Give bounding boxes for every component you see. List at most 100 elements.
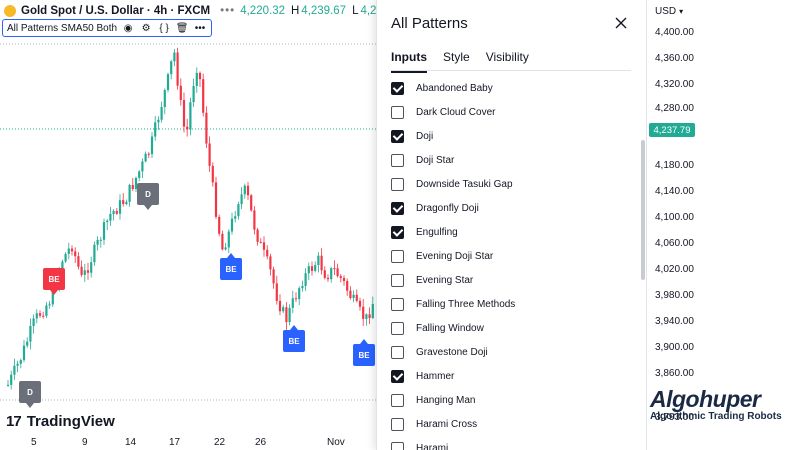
indicator-legend[interactable]: All Patterns SMA50 Both ◉ ⚙ { } 🗑 •••: [2, 19, 213, 37]
candle-body: [32, 318, 35, 326]
candle-body: [163, 90, 166, 108]
candle-body: [262, 242, 266, 250]
candle-body: [96, 239, 99, 245]
pattern-label: Falling Three Methods: [416, 298, 516, 310]
pattern-option[interactable]: Falling Window: [391, 316, 631, 340]
pattern-option[interactable]: Doji Star: [391, 148, 631, 172]
pattern-label: Downside Tasuki Gap: [416, 178, 513, 190]
pattern-checkbox[interactable]: [391, 153, 404, 167]
candle-body: [29, 325, 32, 342]
pattern-option[interactable]: Falling Three Methods: [391, 292, 631, 316]
pattern-checkbox[interactable]: [391, 297, 404, 311]
candle-body: [144, 153, 147, 162]
candle-body: [259, 241, 262, 243]
price-tick-label: 3,980.00: [655, 290, 694, 301]
pattern-checkbox[interactable]: [391, 321, 404, 335]
pattern-checkbox[interactable]: [391, 369, 404, 383]
ohlc-high-value: 4,239.67: [301, 5, 347, 17]
pattern-checkbox[interactable]: [391, 129, 404, 143]
pattern-marker[interactable]: BE: [283, 325, 305, 352]
pattern-checkbox[interactable]: [391, 177, 404, 191]
pattern-option[interactable]: Dark Cloud Cover: [391, 100, 631, 124]
pattern-option[interactable]: Harami: [391, 436, 631, 450]
pattern-checkbox[interactable]: [391, 345, 404, 359]
pattern-option[interactable]: Engulfing: [391, 220, 631, 244]
more-icon[interactable]: •••: [193, 23, 207, 34]
pattern-marker[interactable]: BE: [353, 339, 375, 366]
eye-icon[interactable]: ◉: [121, 23, 135, 34]
pattern-option[interactable]: Downside Tasuki Gap: [391, 172, 631, 196]
pattern-checkbox[interactable]: [391, 441, 404, 450]
candle-body: [64, 253, 67, 262]
pattern-label: Evening Doji Star: [416, 250, 494, 262]
pattern-marker[interactable]: BE: [220, 253, 242, 280]
candle-body: [115, 210, 118, 214]
candle-body: [160, 107, 163, 120]
candle-body: [80, 266, 83, 275]
pattern-option[interactable]: Hammer: [391, 364, 631, 388]
price-chart[interactable]: Gold Spot / U.S. Dollar · 4h · FXCM ••• …: [0, 0, 376, 450]
candle-body: [166, 74, 170, 91]
pattern-checkbox[interactable]: [391, 249, 404, 263]
indicator-legend-label[interactable]: All Patterns SMA50 Both: [7, 23, 117, 34]
delete-icon[interactable]: 🗑: [175, 23, 189, 34]
pattern-label: Doji Star: [416, 154, 455, 166]
pattern-option[interactable]: Evening Doji Star: [391, 244, 631, 268]
candle-body: [285, 307, 288, 323]
tradingview-logo[interactable]: 17 TradingView: [6, 413, 115, 430]
candle-body: [355, 294, 358, 301]
candle-body: [211, 165, 214, 183]
pattern-marker[interactable]: D: [137, 183, 159, 210]
pattern-option[interactable]: Hanging Man: [391, 388, 631, 412]
dialog-scrollbar[interactable]: [641, 140, 645, 280]
pattern-checkbox[interactable]: [391, 81, 404, 95]
candle-body: [342, 277, 346, 282]
candle-body: [294, 298, 298, 300]
pattern-label: Dark Cloud Cover: [416, 106, 496, 118]
candle-body: [16, 363, 19, 366]
pattern-checkbox[interactable]: [391, 225, 404, 239]
source-code-icon[interactable]: { }: [157, 23, 171, 34]
settings-icon[interactable]: ⚙: [139, 23, 153, 34]
pattern-option[interactable]: Gravestone Doji: [391, 340, 631, 364]
candle-body: [202, 79, 205, 113]
candle-body: [93, 244, 96, 263]
candle-body: [189, 102, 192, 130]
candle-body: [275, 283, 278, 301]
currency-selector[interactable]: USD ▾: [655, 6, 683, 17]
pattern-option[interactable]: Abandoned Baby: [391, 76, 631, 100]
candle-body: [339, 276, 342, 278]
pattern-marker[interactable]: D: [19, 381, 41, 408]
pattern-option[interactable]: Harami Cross: [391, 412, 631, 436]
close-icon[interactable]: [613, 15, 629, 31]
more-dots-icon[interactable]: •••: [220, 5, 235, 17]
ohlc-low-value: 4,206.23: [360, 5, 376, 17]
pattern-option[interactable]: Evening Star: [391, 268, 631, 292]
candle-body: [371, 303, 374, 318]
candle-body: [198, 72, 202, 80]
price-axis[interactable]: USD ▾ 4,400.00 4,360.00 4,320.00 4,280.00 4,1…: [646, 0, 800, 450]
candle-body: [186, 126, 189, 130]
time-axis[interactable]: 5 9 14 17 22 26 Nov: [0, 436, 376, 450]
pattern-label: Dragonfly Doji: [416, 202, 479, 214]
candle-body: [208, 143, 211, 166]
pattern-marker[interactable]: BE: [43, 268, 65, 295]
pattern-option[interactable]: Doji: [391, 124, 631, 148]
pattern-checkbox[interactable]: [391, 105, 404, 119]
pattern-option[interactable]: Dragonfly Doji: [391, 196, 631, 220]
pattern-marker-text: BE: [48, 274, 60, 284]
pattern-checkbox[interactable]: [391, 417, 404, 431]
price-tick-label: 4,140.00: [655, 186, 694, 197]
symbol-title[interactable]: Gold Spot / U.S. Dollar · 4h · FXCM: [21, 5, 210, 17]
candle-body: [230, 218, 234, 232]
symbol-header: Gold Spot / U.S. Dollar · 4h · FXCM ••• …: [4, 3, 376, 19]
pattern-checkbox[interactable]: [391, 273, 404, 287]
pattern-marker-text: D: [27, 387, 33, 397]
app-root: Gold Spot / U.S. Dollar · 4h · FXCM ••• …: [0, 0, 800, 450]
pattern-checkbox[interactable]: [391, 201, 404, 215]
pattern-checkbox[interactable]: [391, 393, 404, 407]
candle-body: [42, 315, 45, 317]
candle-body: [13, 365, 16, 375]
time-axis-label: 9: [82, 437, 88, 448]
candlestick-canvas[interactable]: [0, 0, 376, 450]
